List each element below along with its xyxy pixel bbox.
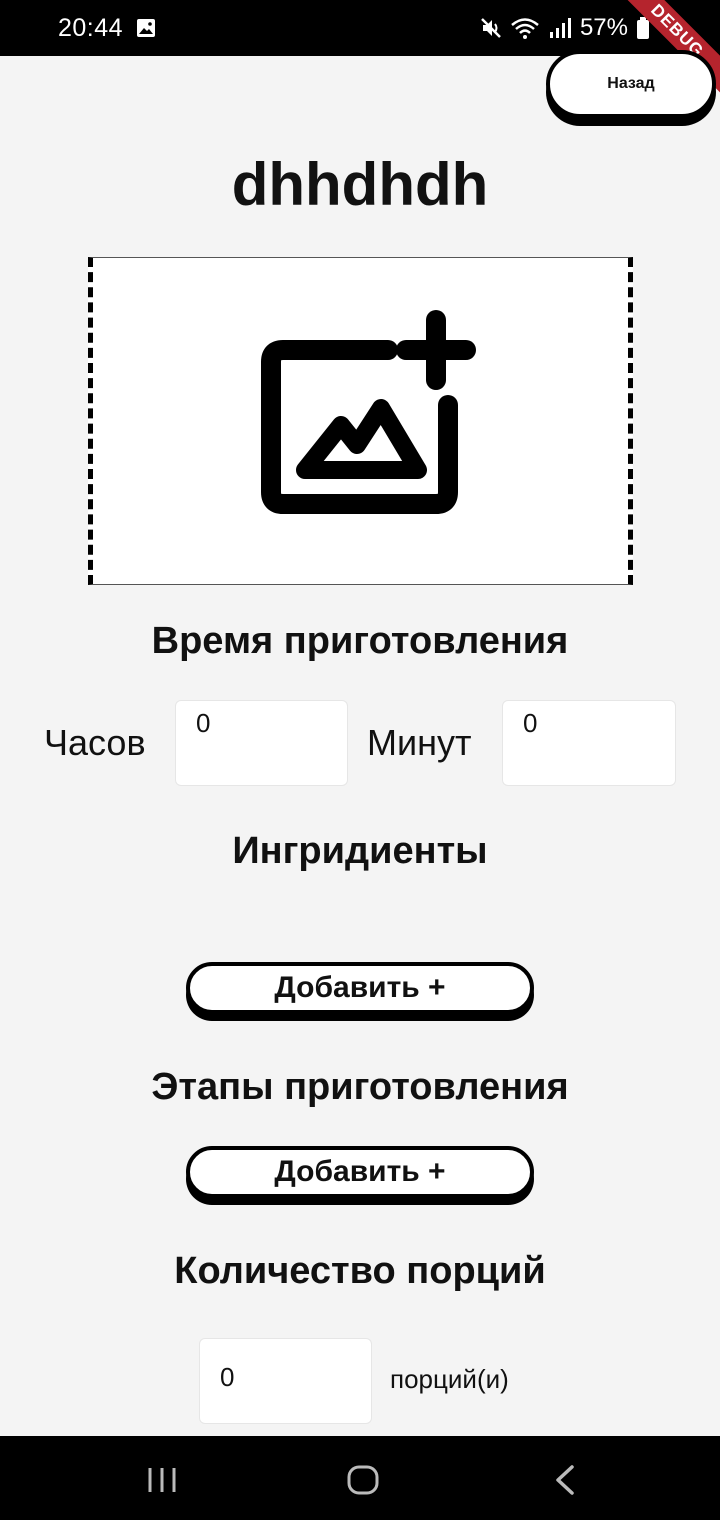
mute-icon — [481, 18, 501, 38]
recent-apps-icon[interactable] — [146, 1466, 178, 1494]
minutes-input[interactable] — [502, 700, 676, 786]
portions-suffix: порций(и) — [390, 1364, 509, 1394]
ingredients-title: Ингридиенты — [232, 830, 488, 872]
signal-icon — [549, 18, 571, 38]
add-photo-icon — [261, 310, 476, 514]
add-ingredient-button[interactable]: Добавить + — [186, 962, 534, 1014]
home-icon[interactable] — [346, 1464, 380, 1496]
cook-time-title: Время приготовления — [151, 620, 569, 662]
portions-title: Количество порций — [174, 1250, 546, 1292]
status-bar: 20:44 57% — [0, 0, 720, 56]
recipe-title: dhhdhdh — [231, 151, 489, 218]
portions-input[interactable] — [199, 1338, 372, 1424]
wifi-icon — [511, 18, 539, 39]
battery-percent: 57% — [579, 14, 628, 41]
status-time: 20:44 — [58, 14, 124, 42]
status-icons: 57% — [480, 14, 650, 42]
hours-input[interactable] — [175, 700, 348, 786]
back-icon[interactable] — [552, 1464, 578, 1496]
add-step-button[interactable]: Добавить + — [186, 1146, 534, 1198]
image-picker[interactable] — [88, 257, 633, 585]
gallery-notification-icon — [137, 19, 155, 37]
navigation-bar — [0, 1436, 720, 1520]
steps-title: Этапы приготовления — [151, 1066, 569, 1108]
back-button[interactable]: Назад — [546, 50, 716, 118]
minutes-label: Минут — [367, 722, 472, 763]
hours-label: Часов — [44, 722, 146, 763]
